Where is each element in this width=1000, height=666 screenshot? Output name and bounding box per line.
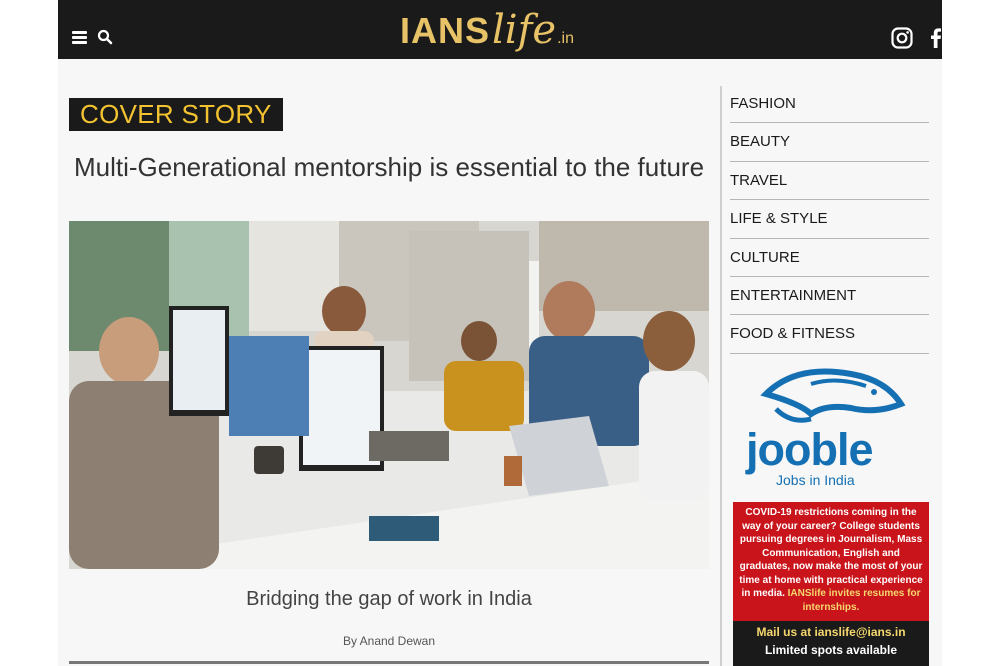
sidebar-nav: FASHION BEAUTY TRAVEL LIFE & STYLE CULTU… (730, 85, 929, 354)
site-logo[interactable]: IANS life .in (400, 4, 574, 56)
sidebar-item-life-style[interactable]: LIFE & STYLE (730, 200, 929, 239)
jooble-brand: jooble (746, 424, 873, 475)
sidebar-item-fashion[interactable]: FASHION (730, 85, 929, 124)
article-title[interactable]: Multi-Generational mentorship is essenti… (69, 152, 709, 182)
page: IANS life .in COVER STORY Multi-Generati… (0, 0, 1000, 666)
jooble-tagline: Jobs in India (776, 472, 855, 488)
internship-ad-body: COVID-19 restrictions coming in the way … (733, 502, 929, 614)
internship-ad-footer: Mail us at ianslife@ians.in Limited spot… (733, 621, 929, 666)
sidebar-divider (720, 86, 722, 666)
article-teaser-text (69, 658, 709, 666)
menu-icon[interactable] (72, 31, 87, 44)
article-hero-image (69, 221, 709, 569)
site-header: IANS life .in (58, 0, 977, 59)
sidebar-item-food-fitness[interactable]: FOOD & FITNESS (730, 315, 929, 354)
logo-text-ians: IANS (400, 10, 491, 51)
internship-ad-mail[interactable]: Mail us at ianslife@ians.in (733, 621, 929, 639)
twitter-icon[interactable] (954, 26, 978, 50)
facebook-icon[interactable] (924, 26, 948, 50)
article-byline: By Anand Dewan (342, 634, 436, 648)
sidebar-item-entertainment[interactable]: ENTERTAINMENT (730, 277, 929, 316)
internship-ad-limited: Limited spots available (764, 643, 898, 657)
jooble-ad[interactable]: jooble Jobs in India (738, 362, 923, 492)
sidebar-item-beauty[interactable]: BEAUTY (730, 123, 929, 162)
instagram-icon[interactable] (890, 26, 914, 50)
internship-ad-text: COVID-19 restrictions coming in the way … (739, 507, 923, 599)
category-badge[interactable]: COVER STORY (69, 98, 283, 131)
search-icon[interactable] (97, 29, 113, 45)
internship-ad[interactable]: COVID-19 restrictions coming in the way … (733, 502, 929, 666)
logo-text-life: life (492, 7, 557, 53)
image-caption: Bridging the gap of work in India (246, 588, 532, 610)
internship-ad-highlight: IANSlife invites resumes for internships… (787, 588, 921, 613)
sidebar-item-travel[interactable]: TRAVEL (730, 162, 929, 201)
logo-text-domain: .in (557, 30, 574, 47)
sidebar-item-culture[interactable]: CULTURE (730, 239, 929, 277)
